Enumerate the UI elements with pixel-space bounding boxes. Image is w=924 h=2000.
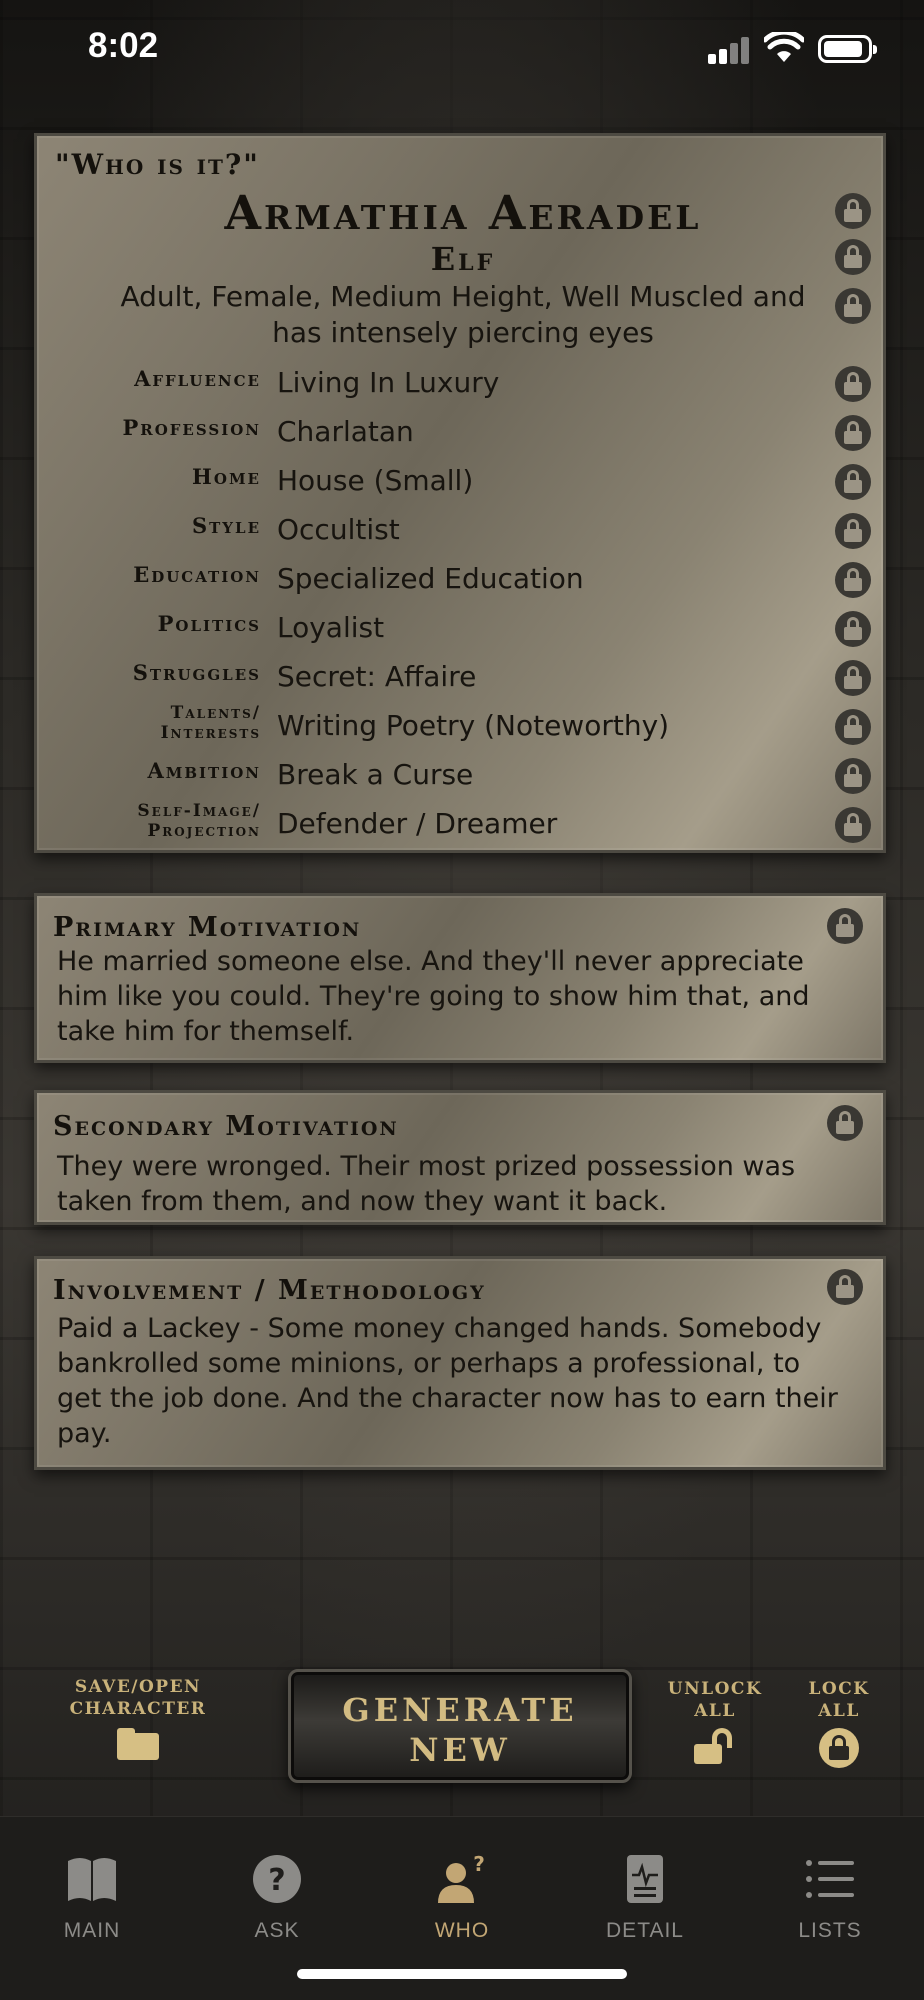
tab-who[interactable]: ? WHO (387, 1839, 537, 1949)
lock-icon[interactable] (835, 758, 871, 794)
attribute-value: Loyalist (277, 611, 385, 644)
attribute-value: Defender / Dreamer (277, 807, 558, 840)
tab-ask[interactable]: ? ASK (202, 1839, 352, 1949)
unlock-all-button[interactable]: UNLOCK ALL (662, 1678, 768, 1778)
attribute-value: Specialized Education (277, 562, 584, 595)
lock-all-button[interactable]: LOCK ALL (794, 1678, 884, 1778)
generate-new-label: GENERATE NEW (342, 1691, 578, 1769)
description-lock-icon[interactable] (835, 288, 871, 324)
lock-icon[interactable] (835, 562, 871, 598)
tab-lists[interactable]: LISTS (755, 1839, 905, 1949)
wifi-icon (764, 32, 804, 62)
attribute-value: Charlatan (277, 415, 414, 448)
attribute-value: Secret: Affaire (277, 660, 477, 693)
svg-text:?: ? (268, 1863, 285, 1898)
section-title: Secondary Motivation (53, 1111, 399, 1142)
attribute-value: Occultist (277, 513, 400, 546)
signal-icon (708, 36, 750, 64)
involvement-lock-icon[interactable] (827, 1269, 863, 1305)
attribute-row-talents-interests: Talents/ Interests Writing Poetry (Notew… (37, 703, 889, 751)
attribute-label: Talents/ Interests (160, 703, 261, 743)
battery-icon (818, 35, 877, 63)
person-question-icon: ? (438, 1852, 485, 1903)
generate-new-button[interactable]: GENERATE NEW (288, 1669, 632, 1783)
character-description: Adult, Female, Medium Height, Well Muscl… (120, 280, 806, 349)
attribute-row-profession: Profession Charlatan (37, 411, 889, 457)
attribute-row-education: Education Specialized Education (37, 558, 889, 604)
status-time: 8:02 (88, 26, 159, 65)
secondary-motivation-card: Secondary Motivation They were wronged. … (34, 1090, 886, 1225)
attribute-row-ambition: Ambition Break a Curse (37, 754, 889, 800)
tab-detail[interactable]: DETAIL (570, 1839, 720, 1949)
lock-icon[interactable] (835, 464, 871, 500)
svg-text:?: ? (473, 1852, 485, 1876)
tab-label: DETAIL (606, 1919, 684, 1942)
name-lock-icon[interactable] (835, 193, 871, 229)
lock-icon[interactable] (835, 415, 871, 451)
lock-icon[interactable] (835, 709, 871, 745)
attribute-label: Self-Image/ Projection (137, 801, 261, 841)
book-icon (68, 1858, 116, 1901)
lock-icon[interactable] (835, 660, 871, 696)
lock-icon (819, 1728, 859, 1768)
lock-all-label: LOCK ALL (808, 1679, 870, 1721)
unlock-all-label: UNLOCK ALL (667, 1679, 763, 1721)
secondary-motivation-lock-icon[interactable] (827, 1105, 863, 1141)
attribute-label: Ambition (147, 758, 261, 783)
folder-icon (117, 1728, 159, 1760)
lock-icon[interactable] (835, 513, 871, 549)
section-text: They were wronged. Their most prized pos… (57, 1151, 796, 1217)
primary-motivation-card: Primary Motivation He married someone el… (34, 893, 886, 1063)
lock-icon[interactable] (835, 807, 871, 843)
tab-label: MAIN (63, 1919, 121, 1942)
attribute-label: Home (192, 464, 261, 489)
save-open-character-button[interactable]: SAVE/OPEN CHARACTER (56, 1676, 220, 1776)
attribute-value: House (Small) (277, 464, 474, 497)
tab-label: ASK (254, 1919, 300, 1942)
attribute-label: Profession (122, 415, 261, 440)
attribute-label: Affluence (134, 366, 261, 391)
attribute-label: Struggles (132, 660, 261, 685)
document-icon (627, 1855, 663, 1903)
attribute-value: Break a Curse (277, 758, 474, 791)
save-open-label: SAVE/OPEN CHARACTER (69, 1677, 207, 1719)
race-lock-icon[interactable] (835, 239, 871, 275)
primary-motivation-lock-icon[interactable] (827, 908, 863, 944)
attribute-row-home: Home House (Small) (37, 460, 889, 506)
attribute-row-politics: Politics Loyalist (37, 607, 889, 653)
question-icon: ? (253, 1855, 301, 1903)
attribute-value: Writing Poetry (Noteworthy) (277, 709, 670, 742)
attribute-label: Style (191, 513, 261, 538)
attribute-value: Living In Luxury (277, 366, 500, 399)
section-title: Primary Motivation (53, 912, 362, 943)
list-icon (806, 1860, 854, 1898)
section-text: Paid a Lackey - Some money changed hands… (57, 1313, 838, 1449)
who-card: "Who is it?" Armathia Aeradel Elf Adult,… (34, 133, 886, 853)
lock-icon[interactable] (835, 611, 871, 647)
tab-main[interactable]: MAIN (17, 1839, 167, 1949)
involvement-card: Involvement / Methodology Paid a Lackey … (34, 1256, 886, 1470)
character-name: Armathia Aeradel (224, 186, 702, 241)
home-indicator (297, 1969, 627, 1979)
tab-label: LISTS (798, 1919, 862, 1942)
lock-icon[interactable] (835, 366, 871, 402)
status-bar: 8:02 (0, 0, 924, 100)
section-title: Involvement / Methodology (53, 1275, 486, 1306)
attribute-row-style: Style Occultist (37, 509, 889, 555)
tab-label: WHO (434, 1919, 490, 1942)
section-text: He married someone else. And they'll nev… (57, 946, 810, 1047)
attribute-row-affluence: Affluence Living In Luxury (37, 362, 889, 408)
attribute-label: Politics (157, 611, 261, 636)
attribute-label: Education (133, 562, 261, 587)
character-race: Elf (430, 240, 496, 278)
unlock-icon (692, 1728, 738, 1766)
attribute-row-self-image: Self-Image/ Projection Defender / Dreame… (37, 801, 889, 849)
attribute-row-struggles: Struggles Secret: Affaire (37, 656, 889, 702)
who-card-title: "Who is it?" (55, 148, 260, 181)
